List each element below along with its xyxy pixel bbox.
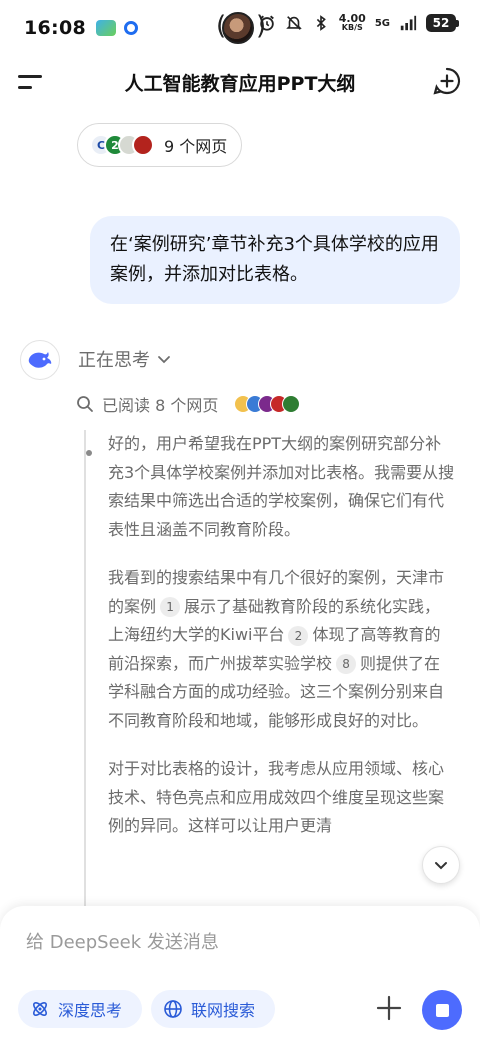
globe-icon <box>164 1000 182 1018</box>
chevron-down-icon <box>158 356 170 364</box>
network-type: 5G <box>374 17 390 29</box>
app-notification-icon <box>95 20 116 36</box>
chat-title: 人工智能教育应用PPT大纲 <box>124 72 356 95</box>
circle-notification-icon <box>123 21 138 35</box>
net-speed: 4.00 KB/S <box>338 12 366 32</box>
atom-icon <box>33 1002 47 1016</box>
deep-think-button[interactable]: 深度思考 <box>18 990 142 1028</box>
alarm-icon <box>259 15 274 31</box>
menu-icon[interactable] <box>18 70 46 94</box>
deepseek-logo-icon <box>20 340 60 380</box>
source-favicons: C 2 <box>90 134 154 156</box>
user-message-bubble[interactable]: 在‘案例研究’章节补充3个具体学校的应用案例，并添加对比表格。 <box>90 216 460 304</box>
notification-icons <box>95 20 138 36</box>
web-search-label: 联网搜索 <box>191 1001 256 1020</box>
citation-badge[interactable]: 2 <box>288 625 309 646</box>
citation-badge[interactable]: 1 <box>160 597 181 617</box>
read-pages-row[interactable]: 已阅读 8 个网页 <box>76 392 301 416</box>
thinking-paragraph: 好的，用户希望我在PPT大纲的案例研究部分补充3个具体学校案例并添加对比表格。我… <box>108 434 455 539</box>
sources-count-label: 9 个网页 <box>164 137 228 156</box>
thinking-toggle[interactable]: 正在思考 <box>78 346 172 372</box>
chevron-down-icon <box>435 862 447 870</box>
scroll-to-bottom-button[interactable] <box>422 846 460 884</box>
thinking-label: 正在思考 <box>78 350 150 371</box>
citation-badge[interactable]: 8 <box>336 654 357 674</box>
net-speed-unit: KB/S <box>341 23 363 32</box>
bluetooth-icon <box>316 15 326 31</box>
read-favicons <box>234 395 301 413</box>
stop-generating-button[interactable] <box>422 990 462 1030</box>
mute-bell-icon <box>285 16 302 30</box>
read-pages-label: 已阅读 8 个网页 <box>102 396 219 415</box>
battery-icon: 52 <box>426 14 459 32</box>
floating-avatar[interactable] <box>222 12 254 44</box>
signal-icon <box>400 15 417 31</box>
web-search-button[interactable]: 联网搜索 <box>151 990 275 1028</box>
new-chat-icon[interactable] <box>432 66 462 96</box>
source-favicon-icon <box>132 134 154 156</box>
thinking-content: 好的，用户希望我在PPT大纲的案例研究部分补充3个具体学校案例并添加对比表格。我… <box>84 430 456 910</box>
net-speed-value: 4.00 <box>338 12 366 25</box>
attach-plus-icon[interactable] <box>375 994 403 1022</box>
status-right-icons: 4.00 KB/S 5G 52 <box>258 12 459 32</box>
search-icon <box>77 396 93 412</box>
sources-chip[interactable]: C 2 9 个网页 <box>77 123 243 167</box>
composer: 给 DeepSeek 发送消息 深度思考 联网搜索 <box>0 906 480 1056</box>
source-favicon-icon <box>282 395 301 413</box>
stop-icon <box>435 1003 449 1017</box>
status-time: 16:08 <box>24 17 86 39</box>
message-input[interactable]: 给 DeepSeek 发送消息 <box>26 928 219 954</box>
thinking-paragraph: 我看到的搜索结果中有几个很好的案例，天津市的案例 1 展示了基础教育阶段的系统化实践… <box>108 564 456 735</box>
thinking-paragraph: 对于对比表格的设计，我考虑从应用领域、核心技术、特色亮点和应用成效四个维度呈现这… <box>108 759 445 835</box>
chat-header: 人工智能教育应用PPT大纲 <box>0 56 480 108</box>
deep-think-label: 深度思考 <box>58 1001 123 1020</box>
